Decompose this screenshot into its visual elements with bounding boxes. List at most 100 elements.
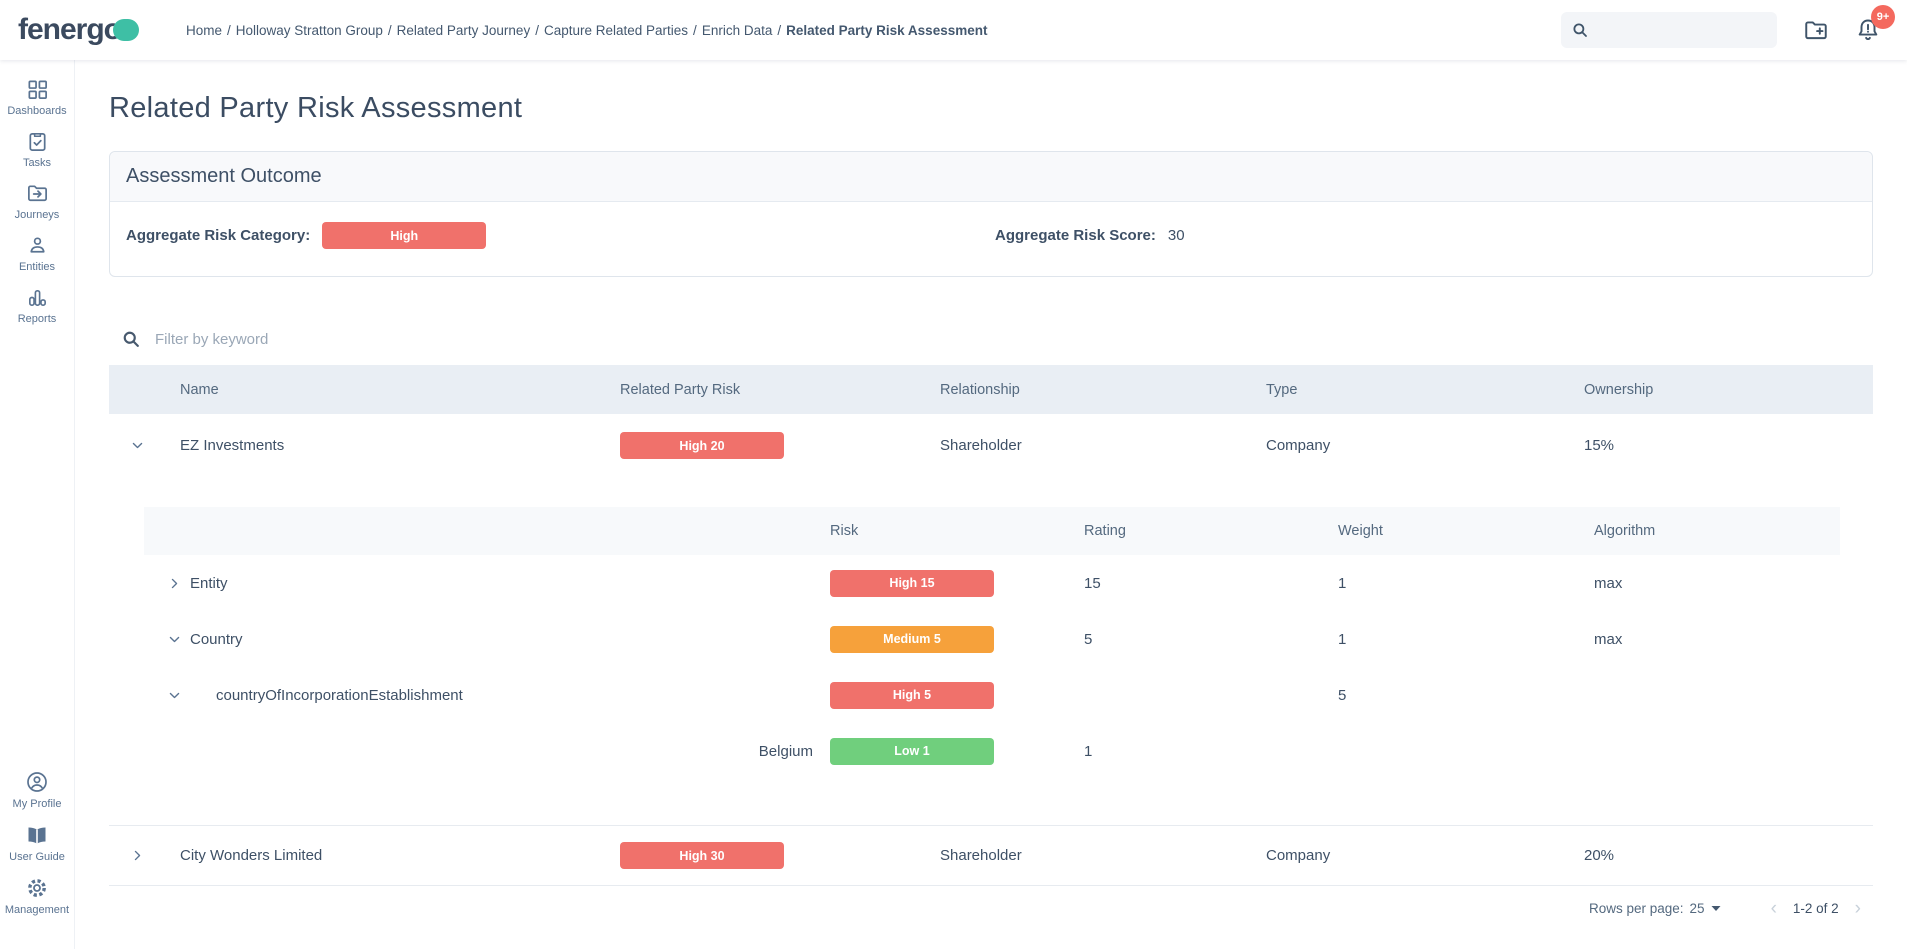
filter-search-icon <box>121 329 141 349</box>
table-header-row: Name Related Party Risk Relationship Typ… <box>109 365 1873 414</box>
sidebar-label: Journeys <box>15 209 60 221</box>
entities-icon <box>26 234 49 257</box>
sidebar-item-management[interactable]: Management <box>0 876 74 916</box>
column-header-ownership: Ownership <box>1569 382 1873 398</box>
assessment-outcome-header: Assessment Outcome <box>110 152 1872 202</box>
nested-row-algorithm: max <box>1594 575 1840 592</box>
table-pagination: Rows per page: 25 ‹ 1-2 of 2 › <box>109 886 1873 930</box>
breadcrumb-separator: / <box>535 23 539 38</box>
nested-row-name: Country <box>190 631 243 648</box>
collapse-row-button[interactable] <box>109 439 165 452</box>
chevron-down-icon <box>168 633 181 646</box>
sidebar-label: User Guide <box>9 851 65 863</box>
risk-breakdown-table: Risk Rating Weight Algorithm Entity High… <box>144 507 1840 791</box>
expand-row-button[interactable] <box>109 849 165 862</box>
column-header-rating: Rating <box>1084 523 1338 539</box>
search-icon <box>1571 21 1589 39</box>
nested-row-rating: 15 <box>1084 575 1338 592</box>
chevron-down-icon <box>168 689 181 702</box>
nested-row-algorithm: max <box>1594 631 1840 648</box>
rows-per-page-value: 25 <box>1690 901 1705 916</box>
row-relationship: Shareholder <box>925 437 1251 454</box>
book-icon <box>25 823 49 847</box>
column-header-risk: Risk <box>830 523 1084 539</box>
logo-dot-icon <box>113 19 139 41</box>
previous-page-button[interactable]: ‹ <box>1763 899 1785 918</box>
row-name: City Wonders Limited <box>165 847 605 864</box>
gear-icon <box>25 876 49 900</box>
logo-text: fenergo <box>18 13 121 47</box>
fenergo-logo[interactable]: fenergo <box>18 13 148 47</box>
rows-per-page-select[interactable]: Rows per page: 25 <box>1589 901 1721 916</box>
risk-badge: Medium 5 <box>830 626 994 653</box>
aggregate-risk-score-value: 30 <box>1168 227 1185 244</box>
nested-header-row: Risk Rating Weight Algorithm <box>144 507 1840 555</box>
risk-badge: High 30 <box>620 842 784 869</box>
breadcrumb-enrich-data[interactable]: Enrich Data <box>702 23 773 38</box>
nested-row-rating: 5 <box>1084 631 1338 648</box>
page-range-label: 1-2 of 2 <box>1793 901 1839 916</box>
breadcrumb-capture-related-parties[interactable]: Capture Related Parties <box>544 23 688 38</box>
notifications-button[interactable]: 9+ <box>1855 17 1881 43</box>
sidebar-label: Tasks <box>23 157 51 169</box>
sidebar-item-dashboards[interactable]: Dashboards <box>0 78 74 117</box>
breadcrumb-separator: / <box>777 23 781 38</box>
risk-badge: Low 1 <box>830 738 994 765</box>
next-page-button[interactable]: › <box>1847 899 1869 918</box>
sidebar-label: My Profile <box>13 798 62 810</box>
row-name: EZ Investments <box>165 437 605 454</box>
page-title: Related Party Risk Assessment <box>109 92 1873 125</box>
chevron-right-icon <box>168 577 181 590</box>
nested-row: countryOfIncorporationEstablishment High… <box>144 667 1840 723</box>
dashboards-icon <box>26 78 49 101</box>
add-folder-button[interactable] <box>1803 17 1829 43</box>
main-content: Related Party Risk Assessment Assessment… <box>75 60 1907 949</box>
folder-plus-icon <box>1803 17 1829 43</box>
table-filter-bar <box>109 313 1873 365</box>
breadcrumb-separator: / <box>693 23 697 38</box>
nested-row-name: Belgium <box>759 743 813 760</box>
sidebar-label: Dashboards <box>7 105 66 117</box>
risk-badge: High 20 <box>620 432 784 459</box>
reports-icon <box>26 286 49 309</box>
row-type: Company <box>1251 437 1569 454</box>
column-header-weight: Weight <box>1338 523 1594 539</box>
breadcrumb-separator: / <box>227 23 231 38</box>
sidebar-item-tasks[interactable]: Tasks <box>0 130 74 169</box>
caret-down-icon <box>1711 905 1721 912</box>
nested-row-weight: 1 <box>1338 575 1594 592</box>
risk-badge: High 5 <box>830 682 994 709</box>
sidebar-label: Management <box>5 904 69 916</box>
filter-keyword-input[interactable] <box>155 331 755 348</box>
row-ownership: 20% <box>1569 847 1873 864</box>
notification-count-badge: 9+ <box>1871 5 1895 29</box>
breadcrumb-related-party-journey[interactable]: Related Party Journey <box>397 23 531 38</box>
sidebar-item-journeys[interactable]: Journeys <box>0 182 74 221</box>
nested-row: Belgium Low 1 1 <box>144 723 1840 779</box>
sidebar-label: Entities <box>19 261 55 273</box>
sidebar-item-reports[interactable]: Reports <box>0 286 74 325</box>
sidebar-item-user-guide[interactable]: User Guide <box>0 823 74 863</box>
breadcrumb-separator: / <box>388 23 392 38</box>
column-header-algorithm: Algorithm <box>1594 523 1840 539</box>
row-ownership: 15% <box>1569 437 1873 454</box>
global-search-input[interactable] <box>1561 12 1777 48</box>
sidebar-item-my-profile[interactable]: My Profile <box>0 770 74 810</box>
tasks-icon <box>26 130 49 153</box>
risk-badge: High 15 <box>830 570 994 597</box>
rows-per-page-label: Rows per page: <box>1589 901 1684 916</box>
collapse-row-button[interactable] <box>158 689 190 702</box>
breadcrumb-home[interactable]: Home <box>186 23 222 38</box>
nested-row-weight: 5 <box>1338 687 1594 704</box>
expand-row-button[interactable] <box>158 577 190 590</box>
row-relationship: Shareholder <box>925 847 1251 864</box>
collapse-row-button[interactable] <box>158 633 190 646</box>
breadcrumb: Home / Holloway Stratton Group / Related… <box>186 23 987 38</box>
nested-row-name: Entity <box>190 575 228 592</box>
table-row: City Wonders Limited High 30 Shareholder… <box>109 825 1873 886</box>
sidebar: Dashboards Tasks Journeys Entities Repor… <box>0 60 75 949</box>
sidebar-item-entities[interactable]: Entities <box>0 234 74 273</box>
aggregate-risk-category-label: Aggregate Risk Category: <box>126 227 310 244</box>
column-header-name: Name <box>165 382 605 398</box>
breadcrumb-holloway-stratton-group[interactable]: Holloway Stratton Group <box>236 23 383 38</box>
